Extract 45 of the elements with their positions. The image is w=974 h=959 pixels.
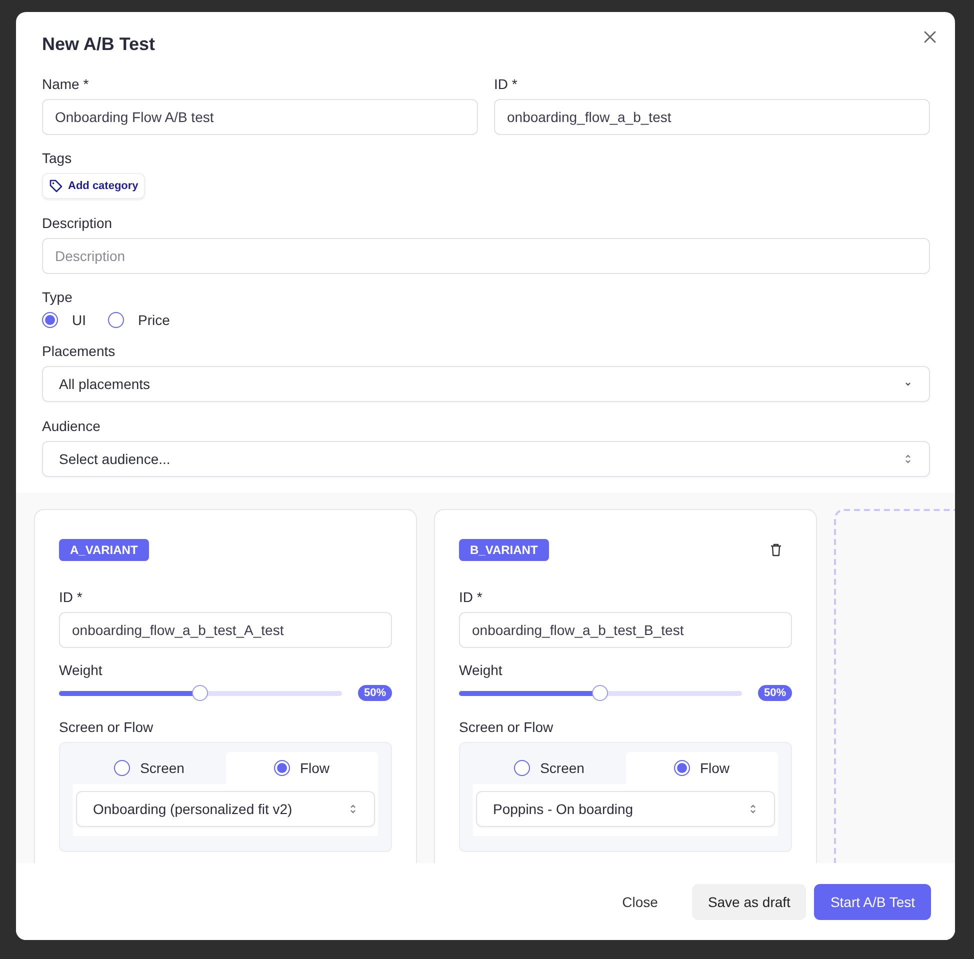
variant-tag: B_VARIANT: [459, 539, 549, 561]
field-label: Weight: [59, 662, 104, 678]
radio-label: UI: [72, 312, 86, 328]
flow-dropdown[interactable]: Poppins - On boarding: [476, 791, 775, 827]
text-field[interactable]: Description: [42, 238, 930, 274]
up-down-chevron-icon: [903, 453, 913, 465]
field-label: Audience: [42, 418, 102, 434]
audience-dropdown[interactable]: Select audience...: [42, 441, 930, 477]
text-field[interactable]: onboarding_flow_a_b_test_B_test: [459, 612, 792, 648]
field-label: Screen or Flow: [459, 719, 554, 735]
placements-dropdown[interactable]: All placements: [42, 366, 930, 402]
field-label: ID *: [459, 589, 484, 605]
text-field[interactable]: Onboarding Flow A/B test: [42, 99, 478, 135]
radio-label: Price: [138, 312, 170, 328]
field-label: Description: [42, 215, 114, 231]
field-label: Type: [42, 289, 74, 305]
field-label: Screen or Flow: [59, 719, 154, 735]
source-tab[interactable]: Flow: [626, 752, 778, 784]
text-field[interactable]: onboarding_flow_a_b_test: [494, 99, 930, 135]
trash-icon[interactable]: [770, 543, 782, 557]
flow-dropdown[interactable]: Onboarding (personalized fit v2): [76, 791, 375, 827]
field-label: ID *: [59, 589, 84, 605]
field-label: ID *: [494, 76, 518, 92]
up-down-chevron-icon: [348, 803, 358, 815]
field-label: Weight: [459, 662, 504, 678]
source-tab[interactable]: Flow: [226, 752, 378, 784]
dialog-button[interactable]: Save as draft: [692, 884, 806, 920]
field-label: Tags: [42, 150, 73, 166]
dialog-button[interactable]: Start A/B Test: [814, 884, 931, 920]
dialog-title: New A/B Test: [42, 34, 156, 55]
weight-badge: 50%: [358, 685, 392, 701]
up-down-chevron-icon: [748, 803, 758, 815]
add-category-button[interactable]: Add category: [42, 173, 146, 199]
tag-icon: [49, 179, 63, 193]
text-field[interactable]: onboarding_flow_a_b_test_A_test: [59, 612, 392, 648]
field-label: Name *: [42, 76, 90, 92]
source-tab[interactable]: Screen: [473, 752, 626, 784]
slider-thumb[interactable]: [192, 685, 208, 701]
field-label: Placements: [42, 343, 116, 359]
source-tab[interactable]: Screen: [73, 752, 226, 784]
variant-tag: A_VARIANT: [59, 539, 149, 561]
radio-button[interactable]: [108, 312, 124, 328]
weight-badge: 50%: [758, 685, 792, 701]
radio-button[interactable]: [42, 312, 58, 328]
slider-thumb[interactable]: [592, 685, 608, 701]
